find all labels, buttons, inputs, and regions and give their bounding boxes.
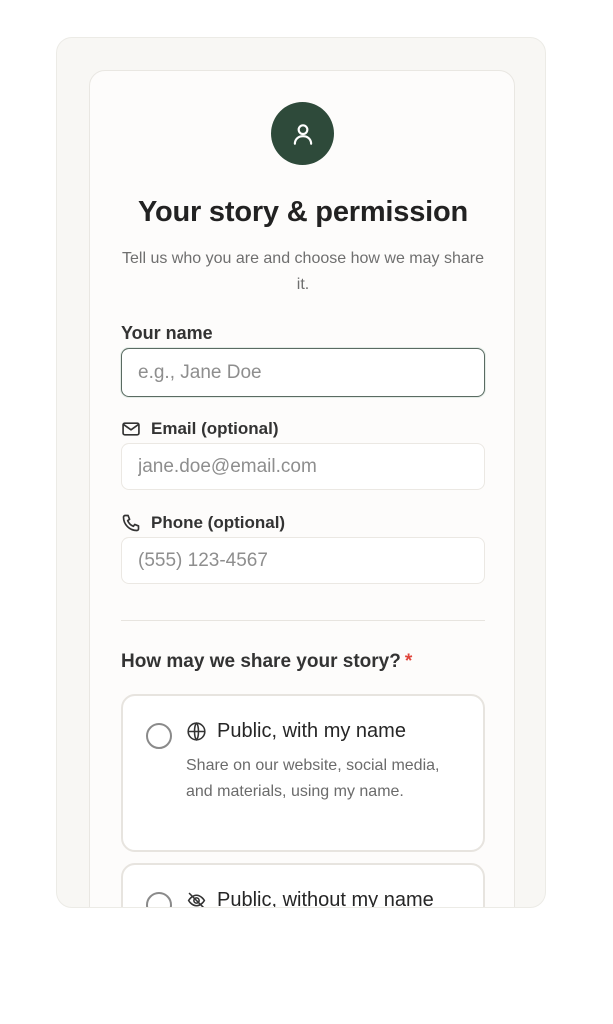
page-subtitle: Tell us who you are and choose how we ma… [122,250,484,293]
option-title: Public, without my name [217,889,434,908]
mail-icon [121,419,141,439]
option-public-without-name[interactable]: Public, without my name [121,863,485,908]
form-card: Your story & permission Tell us who you … [89,70,515,908]
phone-icon [121,513,141,533]
name-input[interactable] [121,348,485,397]
email-label: Email (optional) [121,419,279,439]
required-marker: * [404,651,413,672]
phone-input[interactable] [121,537,485,584]
phone-label: Phone (optional) [121,513,285,533]
option-header: Public, without my name [186,889,434,908]
radio-public-with-name[interactable] [146,723,172,749]
email-input[interactable] [121,443,485,490]
page-title: Your story & permission [137,196,469,228]
option-public-with-name[interactable]: Public, with my name Share on our websit… [121,694,485,852]
section-divider [121,620,485,621]
sharing-question: How may we share your story? * [121,651,413,672]
page-container: Your story & permission Tell us who you … [56,37,546,908]
name-label: Your name [121,323,213,343]
eye-off-icon [186,890,207,907]
user-icon [290,121,316,147]
avatar [271,102,334,165]
globe-icon [186,721,207,742]
option-header: Public, with my name [186,720,406,743]
option-title: Public, with my name [217,720,406,742]
radio-public-without-name[interactable] [146,892,172,907]
option-description: Share on our website, social media, and … [186,757,440,800]
